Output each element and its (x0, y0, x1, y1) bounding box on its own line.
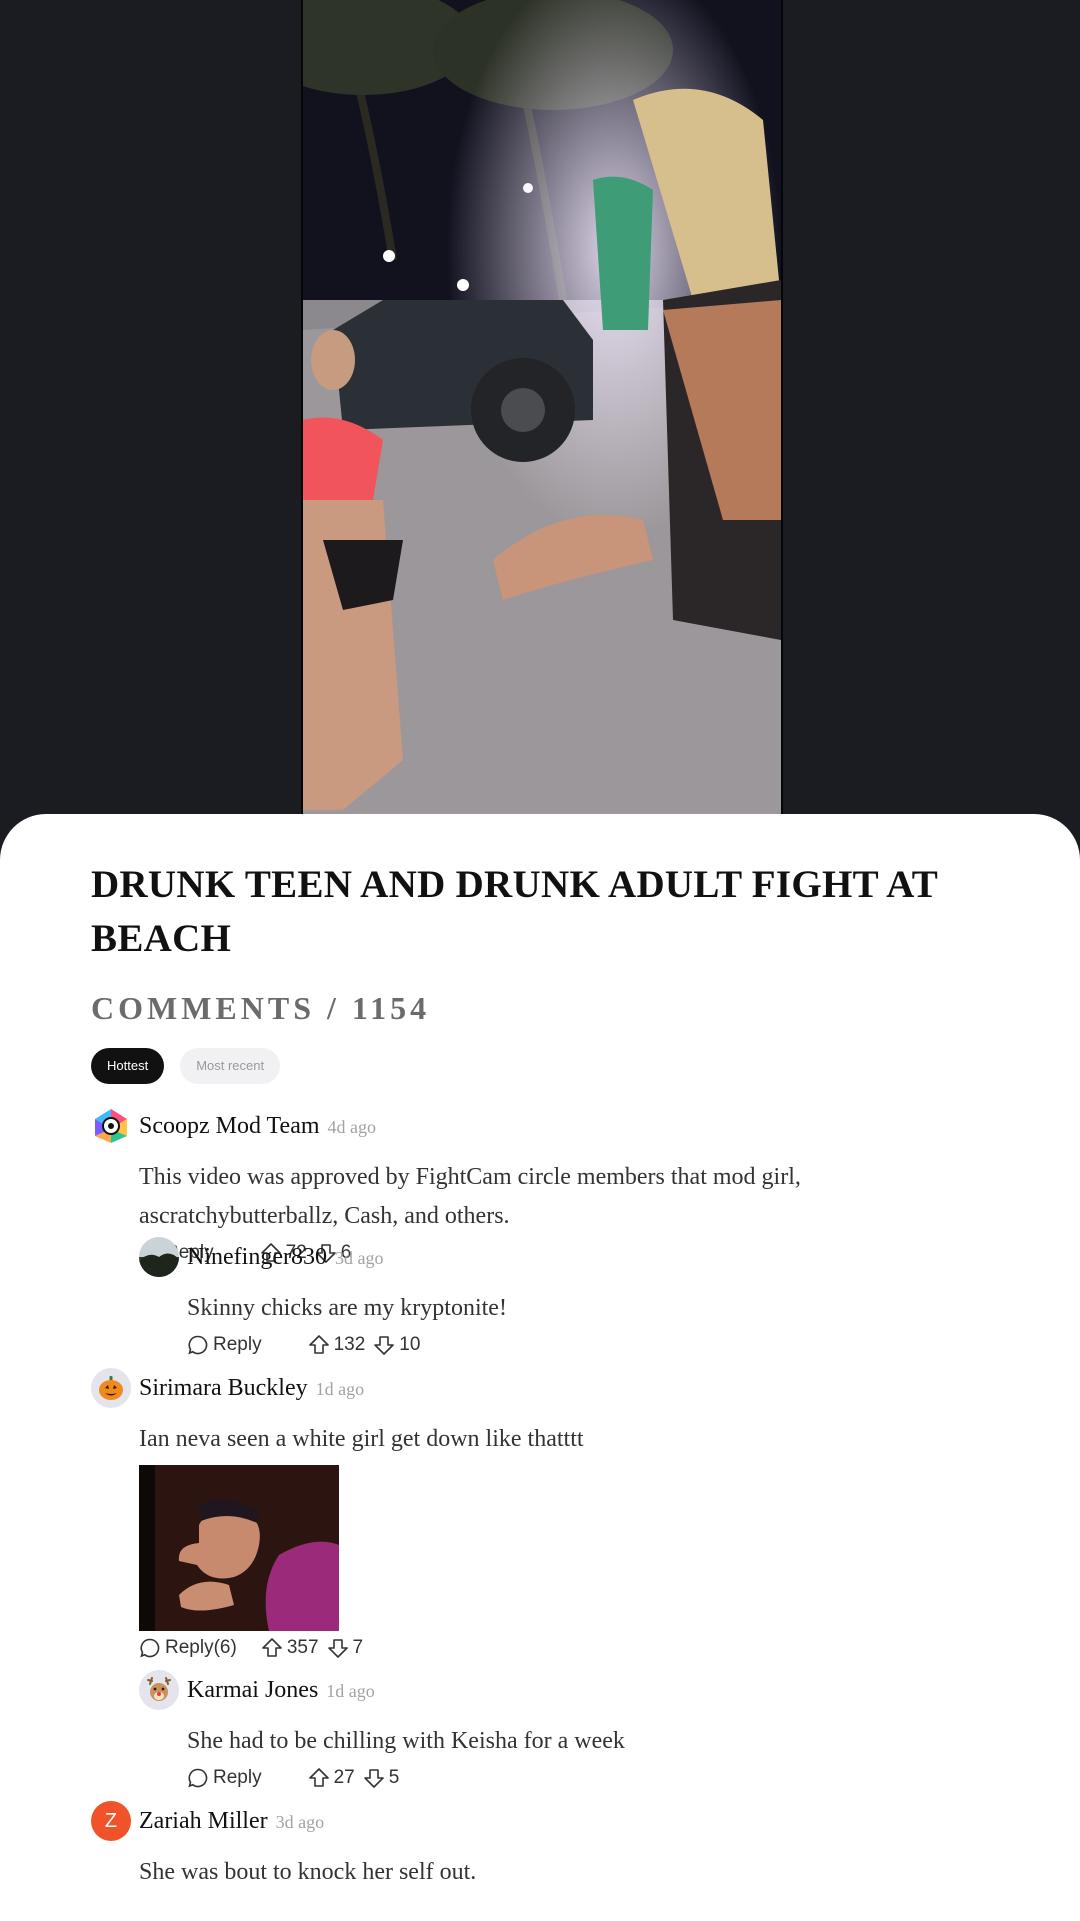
upvote-icon (308, 1335, 329, 1354)
scoopz-logo-icon[interactable] (91, 1106, 131, 1146)
post-title: DRUNK TEEN AND DRUNK ADULT FIGHT AT BEAC… (91, 863, 938, 960)
pumpkin-icon[interactable] (91, 1368, 131, 1408)
downvote-button[interactable]: 7 (327, 1637, 364, 1659)
comment-header: Scoopz Mod Team 4d ago (91, 1106, 991, 1146)
video-frame[interactable] (301, 0, 783, 830)
avatar-letter[interactable]: Z (91, 1801, 131, 1841)
comment-item: Z Zariah Miller 3d ago She was bout to k… (91, 1801, 991, 1892)
comment-timestamp: 4d ago (327, 1116, 377, 1137)
comment-timestamp: 3d ago (334, 1247, 384, 1268)
comment-gif-image[interactable] (139, 1465, 339, 1631)
reply-item: Karmai Jones 1d ago She had to be chilli… (139, 1670, 1039, 1793)
tab-hottest[interactable]: Hottest (91, 1048, 165, 1084)
reply-icon (188, 1768, 208, 1788)
reindeer-icon[interactable] (139, 1670, 179, 1710)
reply-button[interactable]: Reply (187, 1767, 262, 1789)
downvote-icon (363, 1769, 384, 1788)
comment-header: Karmai Jones 1d ago (139, 1670, 1039, 1710)
comments-sheet: DRUNK TEEN AND DRUNK ADULT FIGHT AT BEAC… (0, 814, 1080, 1921)
reply-icon (188, 1335, 208, 1355)
comment-actions: Reply 27 5 (187, 1763, 1039, 1793)
comment-text: She had to be chilling with Keisha for a… (187, 1728, 625, 1754)
comment-text: Ian neva seen a white girl get down like… (139, 1426, 584, 1452)
sort-tabs: Hottest Most recent (91, 1048, 991, 1084)
comment-author[interactable]: Ninefinger830 (187, 1244, 327, 1271)
upvote-icon (262, 1638, 282, 1657)
video-thumbnail (303, 0, 781, 830)
comments-label: COMMENTS (91, 990, 315, 1026)
upvote-button[interactable]: 357 (261, 1637, 319, 1659)
comment-item: Sirimara Buckley 1d ago Ian neva seen a … (91, 1368, 991, 1663)
reply-button[interactable]: Reply (187, 1334, 262, 1356)
comments-count: 1154 (351, 990, 431, 1026)
reply-label: Reply (213, 1767, 262, 1788)
comments-separator: / (315, 990, 352, 1026)
landscape-photo-avatar[interactable] (139, 1237, 179, 1277)
comments-heading: COMMENTS / 1154 (91, 988, 991, 1028)
comment-author[interactable]: Karmai Jones (187, 1677, 318, 1704)
comment-text: Skinny chicks are my kryptonite! (187, 1295, 507, 1321)
upvote-count: 27 (333, 1767, 355, 1788)
comment-timestamp: 3d ago (275, 1811, 325, 1832)
upvote-count: 132 (333, 1334, 366, 1355)
comment-author[interactable]: Sirimara Buckley (139, 1375, 308, 1402)
comment-actions: Reply(6) 357 7 (139, 1633, 991, 1663)
comment-author[interactable]: Zariah Miller (139, 1808, 268, 1835)
video-player[interactable] (0, 0, 1080, 830)
downvote-count: 7 (352, 1637, 364, 1658)
comment-header: Sirimara Buckley 1d ago (91, 1368, 991, 1408)
upvote-button[interactable]: 132 (308, 1334, 366, 1356)
upvote-button[interactable]: 27 (308, 1767, 355, 1789)
downvote-count: 10 (399, 1334, 421, 1355)
comment-text: This video was approved by FightCam circ… (139, 1164, 801, 1229)
reply-label: Reply(6) (165, 1637, 237, 1658)
downvote-icon (327, 1639, 348, 1658)
upvote-count: 357 (286, 1637, 319, 1658)
downvote-icon (374, 1336, 395, 1355)
reply-label: Reply (213, 1334, 262, 1355)
downvote-button[interactable]: 10 (373, 1334, 420, 1356)
reply-item: Ninefinger830 3d ago Skinny chicks are m… (139, 1237, 1039, 1360)
comment-timestamp: 1d ago (315, 1378, 365, 1399)
comment-text: She was bout to knock her self out. (139, 1859, 477, 1885)
comments-content: DRUNK TEEN AND DRUNK ADULT FIGHT AT BEAC… (91, 814, 991, 1885)
reply-icon (140, 1638, 160, 1658)
tab-most-recent[interactable]: Most recent (180, 1048, 281, 1084)
comment-header: Z Zariah Miller 3d ago (91, 1801, 991, 1841)
comment-author[interactable]: Scoopz Mod Team (139, 1113, 320, 1140)
comment-timestamp: 1d ago (326, 1680, 375, 1701)
comment-actions: Reply 132 10 (187, 1330, 1039, 1360)
comment-header: Ninefinger830 3d ago (139, 1237, 1039, 1277)
reply-button[interactable]: Reply(6) (139, 1637, 237, 1659)
downvote-count: 5 (388, 1767, 400, 1788)
downvote-button[interactable]: 5 (363, 1767, 400, 1789)
upvote-icon (308, 1768, 329, 1787)
